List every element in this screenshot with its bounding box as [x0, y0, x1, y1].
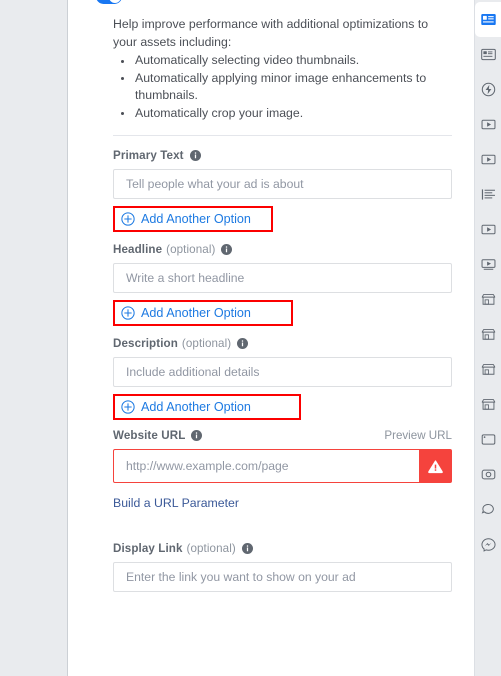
- plus-circle-icon: [121, 212, 135, 226]
- info-icon[interactable]: [221, 244, 233, 255]
- rail-item-feed-card[interactable]: [475, 37, 501, 72]
- display-link-label: Display Link (optional): [113, 542, 253, 555]
- rail-item-shops[interactable]: [475, 352, 501, 387]
- url-error-indicator[interactable]: [419, 450, 451, 482]
- list-item: Automatically selecting video thumbnails…: [113, 52, 452, 70]
- in-stream-video-icon: [480, 116, 497, 133]
- label-text: Description: [113, 337, 178, 350]
- field-headline: Headline (optional) Add Another Option: [113, 243, 452, 326]
- website-url-label: Website URL: [113, 429, 203, 442]
- label-row: Primary Text: [113, 149, 452, 162]
- field-website-url: Website URL Preview URL http://www.examp…: [113, 429, 452, 512]
- advantage-plus-creative-toggle[interactable]: [96, 0, 122, 4]
- info-icon[interactable]: [237, 338, 249, 349]
- headline-label: Headline (optional): [113, 243, 233, 256]
- optional-tag: (optional): [186, 542, 236, 555]
- optimization-description: Help improve performance with additional…: [68, 14, 474, 122]
- description-input[interactable]: [113, 357, 452, 387]
- mobile-device-icon: [480, 431, 497, 448]
- shops-alt-icon: [480, 396, 497, 413]
- primary-text-add-another-option-button[interactable]: Add Another Option: [113, 206, 273, 232]
- form-fields: Primary Text Add Another Option: [68, 149, 474, 592]
- primary-text-label: Primary Text: [113, 149, 201, 162]
- rail-item-instant-article[interactable]: [475, 72, 501, 107]
- video-feeds-icon: [480, 151, 497, 168]
- build-url-parameter-link[interactable]: Build a URL Parameter: [113, 496, 239, 510]
- video-player-alt-icon: [480, 256, 497, 273]
- field-description: Description (optional) Add Another Optio…: [113, 337, 452, 420]
- rail-item-video-player[interactable]: [475, 212, 501, 247]
- toggle-row: [68, 0, 474, 14]
- rail-item-video-player-alt[interactable]: [475, 247, 501, 282]
- optional-tag: (optional): [181, 337, 232, 350]
- rail-item-instagram[interactable]: [475, 457, 501, 492]
- website-url-field: [113, 449, 452, 483]
- label-row: Description (optional): [113, 337, 452, 350]
- instant-article-icon: [480, 81, 497, 98]
- display-link-input[interactable]: [113, 562, 452, 592]
- warning-triangle-icon: [427, 459, 443, 474]
- left-gutter-panel: [0, 0, 68, 676]
- intro-paragraph: Help improve performance with additional…: [113, 17, 429, 49]
- rail-item-shops-alt[interactable]: [475, 387, 501, 422]
- rail-item-messenger[interactable]: [475, 527, 501, 562]
- website-url-input[interactable]: [114, 450, 419, 482]
- headline-add-another-option-button[interactable]: Add Another Option: [113, 300, 293, 326]
- rail-item-marketplace[interactable]: [475, 282, 501, 317]
- field-display-link: Display Link (optional): [113, 542, 452, 592]
- plus-circle-icon: [121, 306, 135, 320]
- feed-card-icon: [480, 46, 497, 63]
- rail-item-desktop-feed[interactable]: [474, 2, 501, 37]
- rail-item-video-feeds[interactable]: [475, 142, 501, 177]
- optional-tag: (optional): [166, 243, 216, 256]
- description-add-another-option-button[interactable]: Add Another Option: [113, 394, 301, 420]
- add-option-label: Add Another Option: [141, 306, 251, 320]
- primary-text-input[interactable]: [113, 169, 452, 199]
- rail-item-marketplace-alt[interactable]: [475, 317, 501, 352]
- rail-item-in-stream-video[interactable]: [475, 107, 501, 142]
- ad-form-column: Help improve performance with additional…: [68, 0, 474, 676]
- description-label: Description (optional): [113, 337, 249, 350]
- label-row: Website URL Preview URL: [113, 429, 452, 442]
- shops-icon: [480, 361, 497, 378]
- placement-preview-rail: [474, 0, 501, 676]
- instagram-icon: [480, 466, 497, 483]
- field-primary-text: Primary Text Add Another Option: [113, 149, 452, 232]
- section-divider: [113, 135, 452, 136]
- add-option-label: Add Another Option: [141, 212, 251, 226]
- label-row: Display Link (optional): [113, 542, 452, 555]
- label-row: Headline (optional): [113, 243, 452, 256]
- preview-url-button[interactable]: Preview URL: [384, 429, 452, 442]
- messenger-icon: [480, 536, 497, 553]
- label-text: Headline: [113, 243, 163, 256]
- desktop-feed-icon: [480, 11, 497, 28]
- label-text: Primary Text: [113, 149, 184, 162]
- messages-bubble-icon: [480, 501, 497, 518]
- video-player-icon: [480, 221, 497, 238]
- rail-item-right-column[interactable]: [475, 177, 501, 212]
- info-icon[interactable]: [189, 150, 201, 161]
- rail-item-mobile-device[interactable]: [475, 422, 501, 457]
- toggle-knob: [108, 0, 121, 3]
- plus-circle-icon: [121, 400, 135, 414]
- right-column-icon: [480, 186, 497, 203]
- ad-creative-editor: Help improve performance with additional…: [0, 0, 501, 676]
- add-option-label: Add Another Option: [141, 400, 251, 414]
- info-icon[interactable]: [191, 430, 203, 441]
- marketplace-alt-icon: [480, 326, 497, 343]
- marketplace-icon: [480, 291, 497, 308]
- label-text: Display Link: [113, 542, 183, 555]
- optimization-bullet-list: Automatically selecting video thumbnails…: [113, 52, 452, 122]
- rail-item-messages-bubble[interactable]: [475, 492, 501, 527]
- list-item: Automatically applying minor image enhan…: [113, 70, 452, 105]
- list-item: Automatically crop your image.: [113, 105, 452, 123]
- headline-input[interactable]: [113, 263, 452, 293]
- label-text: Website URL: [113, 429, 186, 442]
- info-icon[interactable]: [241, 543, 253, 554]
